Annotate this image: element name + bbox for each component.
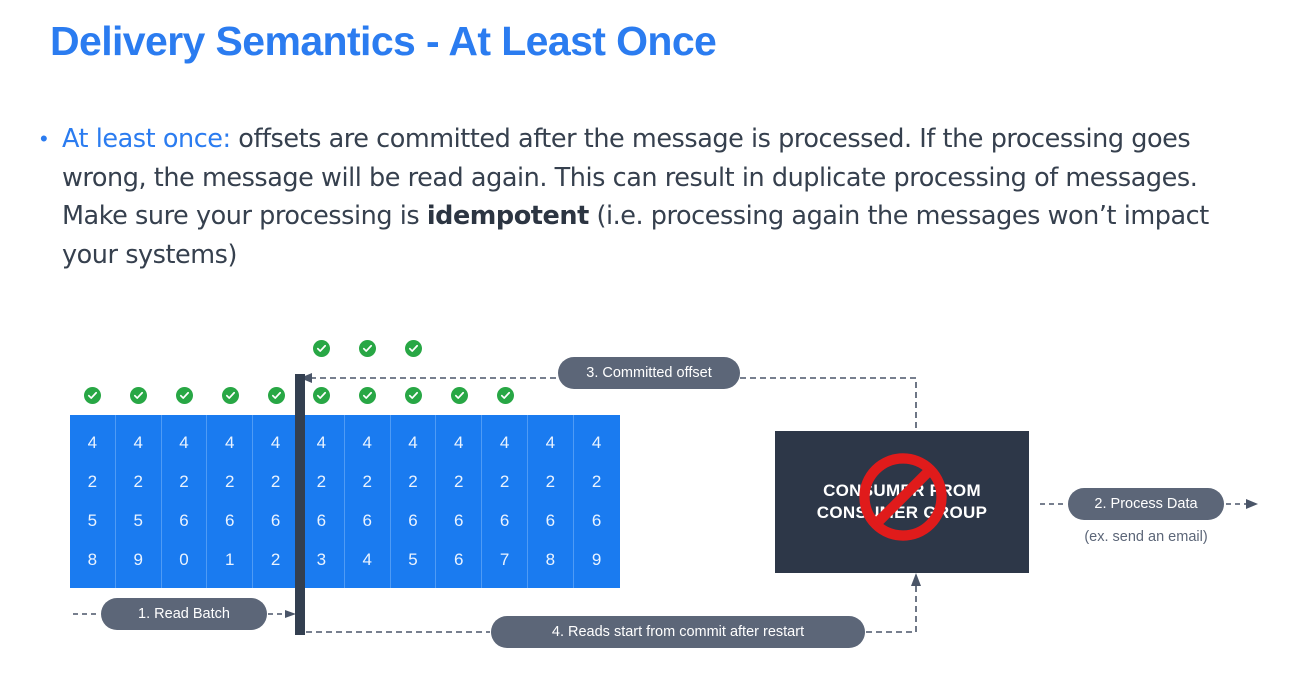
step-read-batch-pill[interactable]: 1. Read Batch — [101, 598, 267, 630]
partition-column: 4 2 6 1 — [207, 415, 254, 588]
offset-digit: 6 — [499, 511, 510, 531]
partition-column: 4 2 6 0 — [161, 415, 208, 588]
committed-check-icon — [405, 387, 422, 404]
offset-digit: 4 — [408, 432, 418, 452]
offset-digit: 6 — [591, 511, 602, 531]
offset-digit: 4 — [225, 432, 235, 452]
partition-column: 4 2 6 6 — [436, 415, 483, 588]
offset-digit: 6 — [362, 511, 372, 531]
offset-digit: 6 — [179, 511, 189, 531]
offset-digit: 4 — [545, 432, 556, 452]
consumer-box: CONSUMER FROM CONSUMER GROUP — [775, 431, 1029, 573]
committed-check-icon — [84, 387, 102, 404]
offset-digit: 4 — [499, 432, 510, 452]
offset-digit: 4 — [362, 550, 372, 570]
offset-digit: 6 — [408, 511, 418, 531]
offset-digit: 6 — [225, 511, 235, 531]
commit-divider-bar — [295, 374, 305, 635]
offset-digit: 5 — [87, 511, 98, 531]
offset-digit: 4 — [591, 432, 602, 452]
offset-digit: 2 — [454, 471, 464, 491]
delivery-semantics-diagram: 4 2 5 8 4 2 5 9 4 2 6 0 4 2 6 1 4 2 6 2 4 2 6 3 4 2 6 4 4 2 6 5 4 2 6 6 4 2 6 7… — [0, 0, 1314, 678]
committed-check-icon — [313, 387, 331, 404]
committed-check-icon — [359, 387, 377, 404]
step-committed-offset-pill[interactable]: 3. Committed offset — [558, 357, 740, 389]
offset-digit: 0 — [179, 550, 189, 570]
offset-digit: 9 — [591, 550, 602, 570]
committed-check-icon — [130, 387, 148, 404]
offset-digit: 2 — [270, 550, 281, 570]
partition-column: 4 2 5 9 — [115, 415, 162, 588]
offset-digit: 6 — [454, 511, 464, 531]
offset-digit: 2 — [316, 471, 327, 491]
reread-check-icon — [313, 340, 331, 357]
offset-digit: 2 — [270, 471, 281, 491]
consumer-box-line-2: CONSUMER GROUP — [816, 503, 988, 522]
offset-digit: 2 — [591, 471, 602, 491]
offset-digit: 2 — [499, 471, 510, 491]
offset-digit: 3 — [316, 550, 327, 570]
offset-digit: 4 — [316, 432, 327, 452]
reread-check-icon — [405, 340, 422, 357]
offset-digit: 2 — [179, 471, 189, 491]
partition-column: 4 2 6 9 — [573, 415, 620, 588]
offset-digit: 6 — [316, 511, 327, 531]
connector-lines — [73, 373, 1258, 633]
offset-digit: 2 — [408, 471, 418, 491]
bullet-paragraph: • At least once: offsets are committed a… — [40, 120, 1270, 274]
process-data-note: (ex. send an email) — [1084, 529, 1208, 545]
offset-digit: 6 — [270, 511, 281, 531]
offset-digit: 4 — [454, 432, 464, 452]
reread-check-icon — [359, 340, 377, 357]
offset-digit: 5 — [133, 511, 143, 531]
offset-digit: 1 — [225, 550, 235, 570]
offset-digit: 4 — [270, 432, 281, 452]
offset-digit: 4 — [133, 432, 143, 452]
slide: Delivery Semantics - At Least Once • At … — [0, 0, 1314, 678]
offset-digit: 8 — [87, 550, 98, 570]
committed-check-icon — [176, 387, 193, 404]
consumer-box-line-1: CONSUMER FROM — [823, 481, 981, 500]
committed-check-icon — [450, 387, 468, 404]
partition-column: 4 2 6 3 — [298, 415, 345, 588]
bullet-marker: • — [40, 126, 48, 151]
partition-column: 4 2 5 8 — [70, 415, 116, 588]
offset-digit: 7 — [499, 550, 510, 570]
offset-digit: 2 — [362, 471, 372, 491]
offset-digit: 2 — [545, 471, 556, 491]
partition-column: 4 2 6 4 — [344, 415, 391, 588]
offset-digit: 6 — [545, 511, 556, 531]
bullet-emphasis: idempotent — [426, 201, 589, 231]
offset-digit: 2 — [87, 471, 98, 491]
offset-digit: 2 — [133, 471, 143, 491]
committed-check-icon — [496, 387, 514, 404]
page-title: Delivery Semantics - At Least Once — [50, 18, 717, 64]
bullet-lead-label: At least once: — [62, 124, 231, 154]
partition-column: 4 2 6 2 — [253, 415, 299, 588]
prohibition-icon — [859, 453, 947, 541]
committed-check-icon — [267, 387, 285, 404]
committed-check-icon — [221, 387, 239, 404]
partition-column: 4 2 6 7 — [482, 415, 528, 588]
partition-column: 4 2 6 5 — [390, 415, 437, 588]
offset-digit: 4 — [87, 432, 98, 452]
step-restart-pill[interactable]: 4. Reads start from commit after restart — [491, 616, 865, 648]
partition-grid: 4 2 5 8 4 2 5 9 4 2 6 0 4 2 6 1 4 2 6 2 4 2 6 3 4 2 6 4 4 2 6 5 4 2 6 6 4 2 6 7… — [70, 415, 620, 588]
offset-digit: 4 — [362, 432, 372, 452]
step-process-data-pill[interactable]: 2. Process Data — [1068, 488, 1224, 520]
offset-digit: 4 — [179, 432, 189, 452]
partition-column: 4 2 6 8 — [527, 415, 574, 588]
offset-digit: 6 — [454, 550, 464, 570]
offset-digit: 5 — [408, 550, 418, 570]
offset-digit: 8 — [545, 550, 556, 570]
consumer-box-label: CONSUMER FROM CONSUMER GROUP — [817, 480, 987, 524]
offset-digit: 9 — [133, 550, 143, 570]
offset-digit: 2 — [225, 471, 235, 491]
bullet-body: At least once: offsets are committed aft… — [62, 120, 1257, 274]
